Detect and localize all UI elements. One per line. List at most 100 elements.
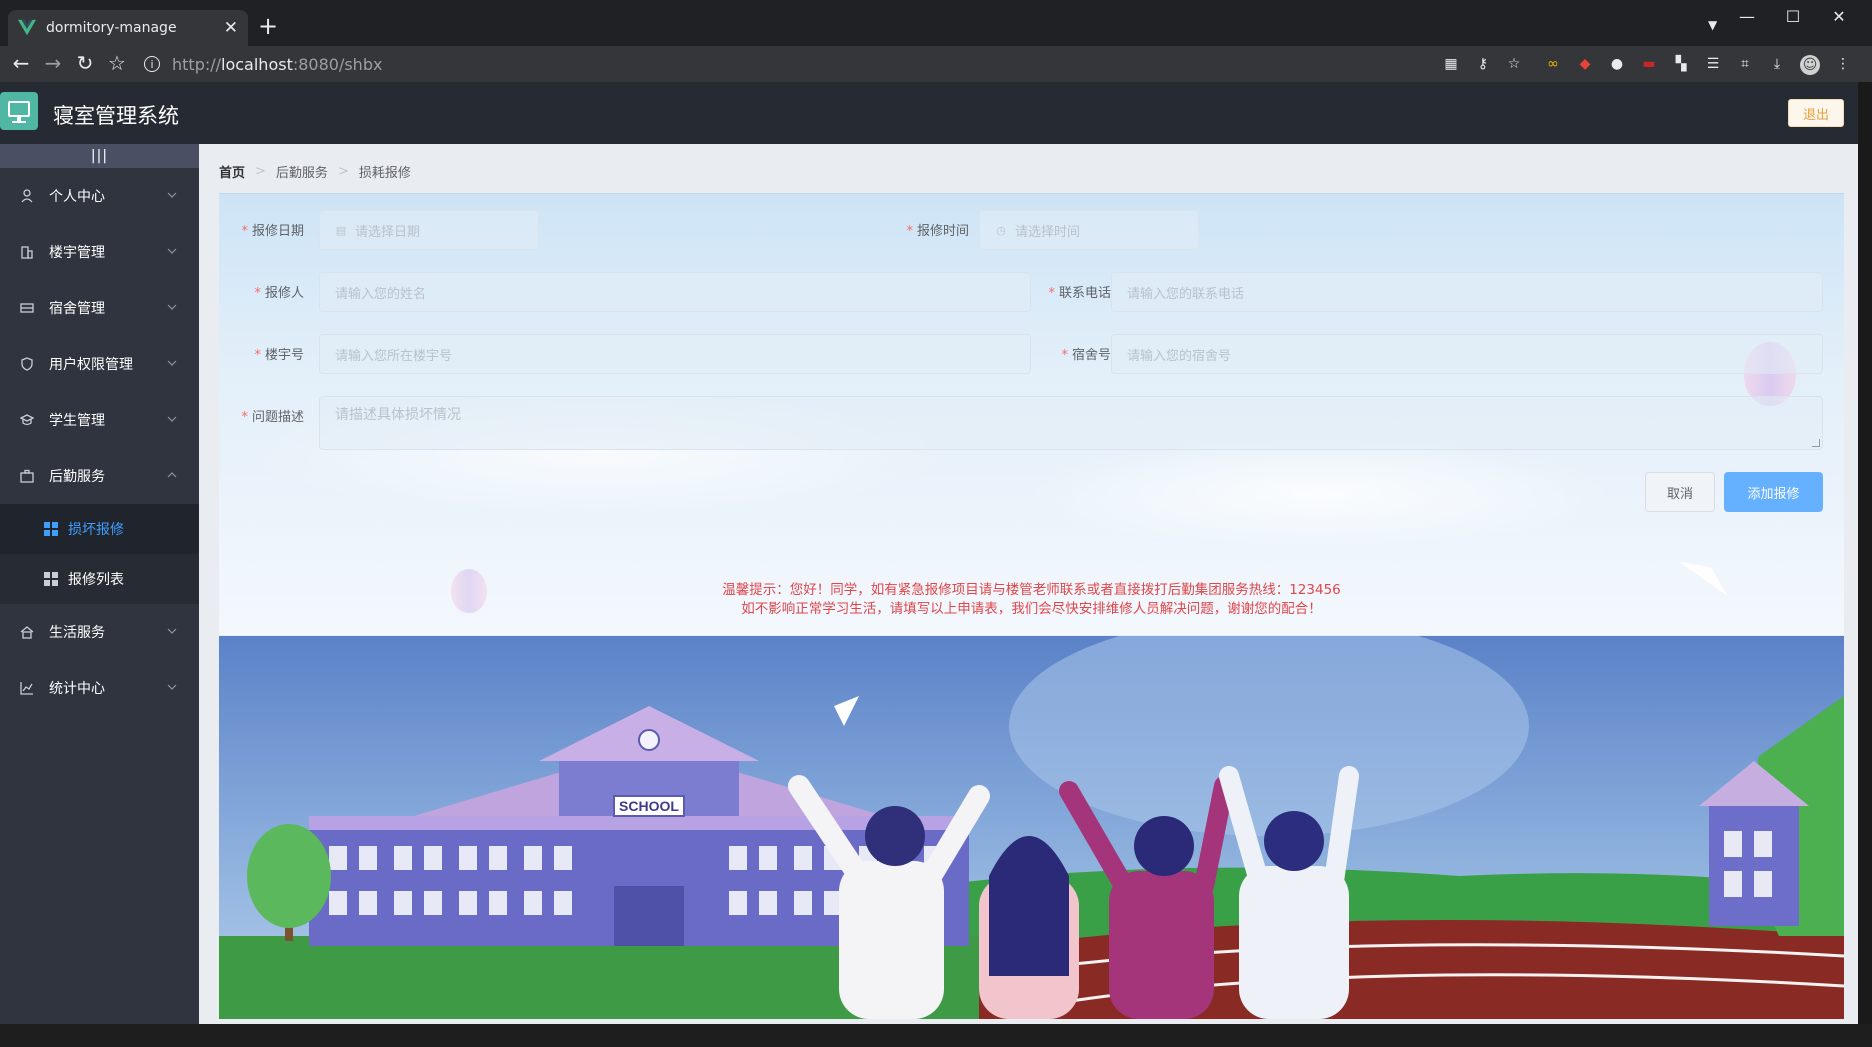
site-info-icon[interactable]: i: [144, 56, 160, 72]
browser-tab-bar: dormitory-manage ✕ + ▼ — ☐ ✕: [0, 0, 1872, 46]
url-field[interactable]: i http://localhost:8080/shbx: [144, 50, 382, 78]
user-icon: [20, 189, 34, 203]
chevron-up-icon: [167, 472, 177, 478]
sidebar-item-label: 学生管理: [49, 413, 105, 429]
reading-list-icon[interactable]: ☰: [1704, 55, 1722, 73]
chevron-down-icon: [167, 628, 177, 634]
sidebar-item-logistics[interactable]: 后勤服务: [0, 448, 199, 504]
sidebar-item-label: 楼宇管理: [49, 245, 105, 261]
graduation-cap-icon: [20, 413, 34, 427]
extension-infinity-icon[interactable]: ∞: [1544, 55, 1562, 73]
building-label: * 楼宇号: [254, 348, 304, 363]
sidebar-item-dorms[interactable]: 宿舍管理: [0, 280, 199, 336]
tab-search-icon[interactable]: ▼: [1708, 18, 1717, 32]
star-icon[interactable]: ☆: [1505, 55, 1523, 73]
page-scrollbar[interactable]: [1858, 82, 1872, 1024]
qr-code-icon[interactable]: ▦: [1442, 55, 1460, 73]
breadcrumb: 首页 > 后勤服务 > 损耗报修: [219, 162, 411, 181]
room-label: * 宿舍号: [1061, 348, 1111, 363]
breadcrumb-home[interactable]: 首页: [219, 162, 245, 181]
url-path: :8080/shbx: [292, 54, 383, 74]
school-sign: SCHOOL: [619, 798, 679, 814]
sidebar-item-buildings[interactable]: 楼宇管理: [0, 224, 199, 280]
name-label: * 报修人: [254, 286, 304, 301]
breadcrumb-item: 损耗报修: [358, 166, 411, 181]
monitor-logo-icon: [0, 92, 38, 130]
resize-handle-icon[interactable]: [1812, 439, 1820, 447]
phone-input[interactable]: 请输入您的联系电话: [1111, 272, 1823, 312]
chevron-down-icon: [167, 360, 177, 366]
chevron-down-icon: [167, 192, 177, 198]
sidebar-item-label: 统计中心: [49, 681, 105, 697]
browser-menu-icon[interactable]: ⋮: [1834, 55, 1852, 73]
profile-avatar-icon[interactable]: ☺: [1800, 55, 1820, 75]
app-header: 寝室管理系统 退出: [0, 82, 1858, 144]
chevron-down-icon: [167, 416, 177, 422]
close-tab-icon[interactable]: ✕: [224, 18, 238, 38]
room-input[interactable]: 请输入您的宿舍号: [1111, 334, 1823, 374]
sidebar-item-permissions[interactable]: 用户权限管理: [0, 336, 199, 392]
key-icon[interactable]: ⚷: [1474, 55, 1492, 73]
app-title: 寝室管理系统: [53, 104, 179, 128]
repair-form: * 报修日期 ▤ 请选择日期 * 报修时间 ◷ 请选择时间 * 报修人 请输入您的姓名 *…: [219, 193, 1844, 635]
sidebar-item-label: 用户权限管理: [49, 357, 133, 373]
url-prefix: http://: [172, 54, 222, 74]
sidebar-item-life-services[interactable]: 生活服务: [0, 604, 199, 660]
tip-line-1: 温馨提示：您好！同学，如有紧急报修项目请与楼管老师联系或者直接拨打后勤集团服务热…: [722, 582, 1341, 598]
right-building: [1709, 806, 1799, 926]
add-repair-button[interactable]: 添加报修: [1724, 472, 1823, 512]
name-input[interactable]: 请输入您的姓名: [319, 272, 1031, 312]
calendar-icon: ▤: [335, 223, 347, 237]
main-content: 首页 > 后勤服务 > 损耗报修 * 报修日期 ▤ 请选择日期 * 报修时间 ◷ 请选择…: [199, 144, 1858, 1024]
reload-icon[interactable]: ↻: [70, 48, 100, 78]
extension-circle-icon[interactable]: ●: [1608, 55, 1626, 73]
new-tab-icon[interactable]: +: [258, 14, 278, 38]
collapse-sidebar-icon[interactable]: |||: [0, 144, 199, 168]
sidebar: ||| 个人中心 楼宇管理 宿舍管理 用户权限管理 学生管理 后勤服务 损坏报修…: [0, 144, 199, 1024]
home-icon: [20, 625, 34, 639]
browser-tab[interactable]: dormitory-manage ✕: [8, 10, 248, 46]
tip-line-2: 如不影响正常学习生活，请填写以上申请表，我们会尽快安排维修人员解决问题，谢谢您的…: [741, 601, 1322, 617]
cancel-button[interactable]: 取消: [1645, 472, 1715, 512]
maximize-icon[interactable]: ☐: [1770, 0, 1816, 32]
shield-icon: [20, 357, 34, 371]
description-textarea[interactable]: 请描述具体损坏情况: [319, 396, 1823, 450]
time-picker[interactable]: ◷ 请选择时间: [979, 210, 1199, 250]
download-icon[interactable]: ⤓: [1768, 55, 1786, 73]
sidebar-item-label: 宿舍管理: [49, 301, 105, 317]
breadcrumb-separator-icon: >: [255, 164, 266, 179]
logout-button[interactable]: 退出: [1788, 99, 1844, 127]
chevron-down-icon: [167, 248, 177, 254]
forward-icon[interactable]: →: [38, 48, 68, 78]
building-input[interactable]: 请输入您所在楼宇号: [319, 334, 1031, 374]
time-label: * 报修时间: [906, 224, 969, 239]
clock-icon: ◷: [996, 223, 1006, 237]
close-window-icon[interactable]: ✕: [1816, 0, 1862, 32]
extension-red-icon[interactable]: ▬: [1640, 55, 1658, 73]
grid-icon: [44, 522, 58, 536]
url-host: localhost: [221, 54, 293, 74]
sidebar-item-students[interactable]: 学生管理: [0, 392, 199, 448]
extension-grid-icon[interactable]: ▚: [1672, 55, 1690, 73]
breadcrumb-item: 后勤服务: [275, 166, 328, 181]
breadcrumb-separator-icon: >: [337, 164, 349, 179]
chevron-down-icon: [167, 304, 177, 310]
building-icon: [20, 245, 34, 259]
description-label: * 问题描述: [241, 410, 304, 425]
minimize-icon[interactable]: —: [1724, 0, 1770, 32]
extension-color-icon[interactable]: ◆: [1576, 55, 1594, 73]
vue-logo-icon: [18, 19, 36, 36]
sidebar-subitem-label: 报修列表: [68, 572, 124, 588]
date-picker[interactable]: ▤ 请选择日期: [319, 210, 539, 250]
date-label: * 报修日期: [241, 224, 304, 239]
back-icon[interactable]: ←: [6, 48, 36, 78]
sidebar-subitem-repair-list[interactable]: 报修列表: [0, 554, 199, 604]
sidebar-subitem-label: 损坏报修: [68, 522, 124, 538]
sidebar-item-label: 后勤服务: [49, 469, 105, 485]
sidebar-item-statistics[interactable]: 统计中心: [0, 660, 199, 716]
crop-icon[interactable]: ⌗: [1736, 55, 1754, 73]
sidebar-item-profile[interactable]: 个人中心: [0, 168, 199, 224]
address-bar: ← → ↻ ☆ i http://localhost:8080/shbx ▦ ⚷…: [0, 46, 1872, 82]
bookmark-star-icon[interactable]: ☆: [102, 48, 132, 78]
sidebar-subitem-damage-repair[interactable]: 损坏报修: [0, 504, 199, 554]
